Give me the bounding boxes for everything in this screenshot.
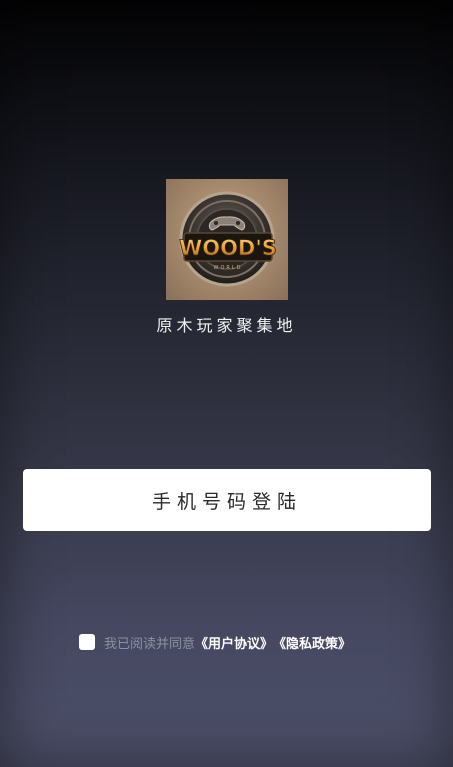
woods-world-logo-icon: WOOD'S WORLD [179, 191, 277, 287]
agreement-prefix: 我已阅读并同意 [104, 636, 196, 652]
agree-checkbox[interactable] [79, 634, 95, 650]
phone-login-button[interactable]: 手机号码登陆 [23, 469, 431, 531]
user-agreement-link[interactable]: 《用户协议》 [195, 633, 273, 652]
svg-text:WOOD'S: WOOD'S [179, 236, 277, 260]
agreement-row: 我已阅读并同意 《用户协议》 《隐私政策》 [79, 632, 351, 652]
svg-text:WORLD: WORLD [214, 265, 243, 271]
app-name: 原木玩家聚集地 [156, 316, 297, 335]
privacy-policy-link[interactable]: 《隐私政策》 [273, 633, 351, 652]
app-logo: WOOD'S WORLD [166, 179, 288, 300]
